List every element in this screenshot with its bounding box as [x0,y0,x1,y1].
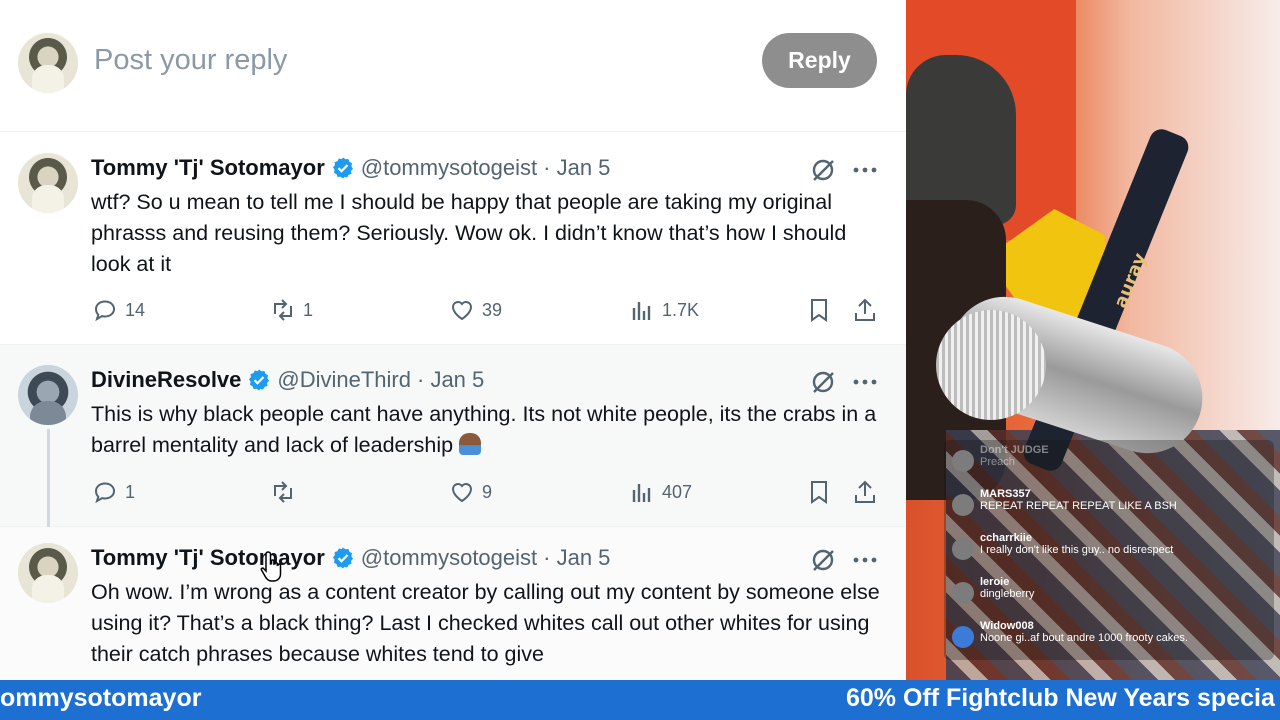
tweet-date[interactable]: · Jan 5 [543,545,610,571]
avatar[interactable] [18,33,78,93]
chat-avatar [952,494,974,516]
tweet-actions: 1 9 407 [91,478,891,512]
reply-button[interactable]: Reply [762,33,877,88]
reply-icon [94,300,116,322]
tweet[interactable]: Tommy 'Tj' Sotomayor @tommysotogeist · J… [0,527,906,680]
chat-username: Widow008 [980,620,1034,632]
views-action[interactable]: 407 [628,478,692,506]
reply-icon [94,482,116,504]
share-action[interactable] [851,296,879,324]
chat-username: leroie [980,576,1010,588]
chat-message: Widow008 Noone gi..af bout andre 1000 fr… [952,620,1272,648]
more-icon[interactable] [850,155,880,185]
chat-avatar [952,538,974,560]
ticker-text-left: ommysotomayor [0,684,202,712]
heart-icon [451,483,473,503]
repost-icon [274,481,292,503]
tweet-text: Oh wow. I’m wrong as a content creator b… [91,580,880,666]
chat-username: Don't JUDGE [980,444,1049,456]
author-handle[interactable]: @tommysotogeist [361,155,537,181]
reply-action[interactable]: 1 [91,478,135,506]
author-handle[interactable]: @DivineThird [277,367,411,393]
chat-message: ccharrkiie I really don't like this guy.… [952,532,1272,560]
thread-line [47,429,50,529]
reply-action[interactable]: 14 [91,296,145,324]
view-count: 1.7K [662,299,700,320]
share-action[interactable] [851,478,879,506]
chat-text: Preach [980,456,1015,468]
analytics-icon [632,484,651,502]
bookmark-icon [811,481,827,504]
chat-username: MARS357 [980,488,1031,500]
chat-username: ccharrkiie [980,532,1032,544]
person-emoji-icon [459,433,482,455]
more-icon[interactable] [850,367,880,397]
author-name[interactable]: Tommy 'Tj' Sotomayor [91,545,325,571]
grok-icon[interactable] [808,545,838,575]
author-handle[interactable]: @tommysotogeist [361,545,537,571]
chat-avatar [952,582,974,604]
chat-avatar [952,450,974,472]
reply-composer[interactable]: Post your reply Reply [0,0,906,132]
grok-icon[interactable] [808,155,838,185]
hand-cursor-icon [260,551,282,582]
avatar[interactable] [18,153,78,213]
like-count: 39 [482,299,503,320]
webcam-stream: auray Don't JUDGE Preach MARS357 REPEAT … [906,0,1280,680]
tweet[interactable]: DivineResolve @DivineThird · Jan 5 This … [0,345,906,529]
tweet-text-content: This is why black people cant have anyth… [91,402,877,457]
chat-message: Don't JUDGE Preach [952,444,1272,472]
verified-badge-icon [332,157,353,179]
news-ticker: ommysotomayor 60% Off Fightclub New Year… [0,680,1280,720]
like-action[interactable]: 39 [448,296,502,324]
tweet-text: This is why black people cant have anyth… [91,399,881,461]
view-count: 407 [662,481,693,502]
bookmark-icon [811,299,827,322]
grok-icon[interactable] [808,367,838,397]
repost-action[interactable] [269,478,303,506]
tweet[interactable]: Tommy 'Tj' Sotomayor @tommysotogeist · J… [0,133,906,345]
more-icon[interactable] [850,545,880,575]
reply-count: 14 [125,299,146,320]
chat-text: I really don't like this guy.. no disres… [980,544,1174,556]
like-action[interactable]: 9 [448,478,492,506]
repost-icon [274,299,292,321]
chat-text: dingleberry [980,588,1035,600]
share-icon [855,480,875,503]
reply-count: 1 [125,481,136,502]
author-name[interactable]: DivineResolve [91,367,241,393]
chat-message: leroie dingleberry [952,576,1272,604]
heart-icon [451,301,473,321]
avatar[interactable] [18,543,78,603]
repost-action[interactable]: 1 [269,296,313,324]
author-name[interactable]: Tommy 'Tj' Sotomayor [91,155,325,181]
avatar[interactable] [18,365,78,425]
chat-avatar [952,626,974,648]
microphone-grille [936,310,1046,420]
chat-message: MARS357 REPEAT REPEAT REPEAT LIKE A BSH [952,488,1272,516]
chat-text: REPEAT REPEAT REPEAT LIKE A BSH [980,500,1177,512]
live-chat-overlay: Don't JUDGE Preach MARS357 REPEAT REPEAT… [944,440,1274,660]
verified-badge-icon [249,369,270,391]
tweet-date[interactable]: · Jan 5 [417,367,484,393]
chat-text: Noone gi..af bout andre 1000 frooty cake… [980,632,1188,644]
share-icon [855,298,875,321]
verified-badge-icon [332,547,353,569]
tweet-thread: Post your reply Reply Tommy 'Tj' Sotomay… [0,0,906,680]
repost-count: 1 [303,299,314,320]
ticker-text-right: 60% Off Fightclub New Years specia [846,684,1275,712]
bookmark-action[interactable] [805,296,833,324]
tweet-actions: 14 1 39 1.7K [91,296,891,330]
tweet-date[interactable]: · Jan 5 [543,155,610,181]
reply-input[interactable]: Post your reply [94,44,287,77]
like-count: 9 [482,481,493,502]
bookmark-action[interactable] [805,478,833,506]
tweet-text: wtf? So u mean to tell me I should be ha… [91,190,847,276]
analytics-icon [632,302,651,320]
views-action[interactable]: 1.7K [628,296,699,324]
